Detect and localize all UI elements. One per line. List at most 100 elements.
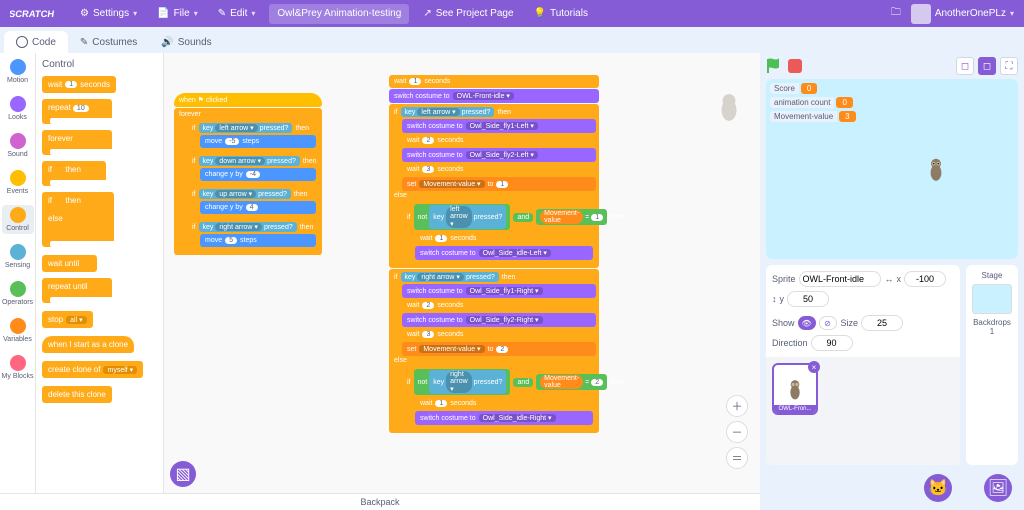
zoom-controls: ＋ － ＝ [726, 395, 748, 469]
add-extension-button[interactable]: ▧ [170, 461, 196, 487]
key-pressed-right[interactable]: keyright arrow ▾pressed? [199, 222, 297, 232]
backpack-bar[interactable]: Backpack [0, 493, 760, 510]
sprite-y-input[interactable] [787, 291, 829, 307]
cat-events[interactable]: Events [2, 168, 34, 197]
gear-icon: ⚙ [80, 8, 89, 19]
cat-sensing[interactable]: Sensing [2, 242, 34, 271]
hat-flag-clicked[interactable]: when ⚑ clicked [174, 93, 322, 107]
block-palette[interactable]: Control wait1seconds repeat 10 forever i… [36, 53, 164, 493]
green-flag-button[interactable] [766, 58, 782, 74]
stage-owl-sprite[interactable] [927, 157, 945, 183]
tab-costumes[interactable]: ✎Costumes [68, 31, 149, 53]
wait-1[interactable]: wait1seconds [389, 75, 599, 88]
cat-myblocks[interactable]: My Blocks [2, 353, 34, 382]
add-sprite-button[interactable]: 🐱 [924, 474, 952, 502]
stage-small-button[interactable]: ◻ [956, 57, 974, 75]
stop-button[interactable] [788, 59, 802, 73]
editor-tabs: Code ✎Costumes 🔊Sounds [0, 27, 1024, 53]
key-pressed-down[interactable]: keydown arrow ▾pressed? [199, 156, 300, 166]
stage-large-button[interactable]: ◻ [978, 57, 996, 75]
zoom-in-button[interactable]: ＋ [726, 395, 748, 417]
cat-sound[interactable]: Sound [2, 131, 34, 160]
changey-pos[interactable]: change y by4 [200, 201, 316, 214]
chevron-down-icon: ▾ [194, 9, 198, 18]
stage-selector[interactable]: Stage Backdrops 1 [966, 265, 1018, 465]
cat-looks[interactable]: Looks [2, 94, 34, 123]
zoom-reset-button[interactable]: ＝ [726, 447, 748, 469]
chevron-down-icon: ▾ [251, 9, 255, 18]
stage-thumb[interactable] [972, 284, 1012, 314]
key-pressed-left[interactable]: keyleft arrow ▾pressed? [199, 123, 293, 133]
block-repeat[interactable]: repeat 10 [42, 99, 163, 124]
pencil-icon: ✎ [218, 8, 226, 19]
switch-front[interactable]: switch costume toOWL-Front-idle ▾ [389, 89, 599, 103]
sprite-name-label: Sprite [772, 274, 796, 284]
monitor-animcount[interactable]: animation count0 [770, 97, 853, 108]
stage-full-button[interactable]: ⛶ [1000, 57, 1018, 75]
script-animation[interactable]: wait1seconds switch costume toOWL-Front-… [389, 75, 599, 434]
add-backdrop-button[interactable]: 🖼 [984, 474, 1012, 502]
chevron-down-icon: ▾ [1010, 9, 1014, 18]
block-clone-hat[interactable]: when I start as a clone [42, 334, 163, 353]
changey-neg[interactable]: change y by-4 [200, 168, 316, 181]
account-menu[interactable]: AnotherOnePLz▾ [911, 4, 1014, 24]
blocks-icon: ▧ [175, 464, 190, 484]
block-wait-until[interactable]: wait until [42, 253, 163, 272]
zoom-out-button[interactable]: － [726, 421, 748, 443]
if-not-left[interactable]: if notkeyleft arrow ▾pressed? and Moveme… [402, 201, 596, 264]
block-if[interactable]: if then [42, 161, 163, 186]
edit-menu[interactable]: ✎Edit▾ [208, 0, 266, 27]
costumes-icon: ✎ [80, 37, 88, 48]
mystuff-button[interactable]: 🗀 [891, 5, 901, 22]
code-icon [16, 36, 28, 48]
settings-menu[interactable]: ⚙Settings▾ [70, 0, 147, 27]
backdrops-label: Backdrops [973, 318, 1011, 327]
stage-canvas[interactable]: Score0 animation count0 Movement-value3 [766, 79, 1018, 259]
cat-operators[interactable]: Operators [2, 279, 34, 308]
sprite-info: Sprite ↔x ↕y Show 👁 ⊘ Size Direction [766, 265, 960, 357]
see-project-page[interactable]: ↗See Project Page [413, 0, 523, 27]
forever-block[interactable]: forever ifkeyleft arrow ▾pressed?then mo… [174, 108, 322, 255]
cat-variables[interactable]: Variables [2, 316, 34, 345]
show-hidden-button[interactable]: ⊘ [819, 316, 837, 330]
tab-sounds[interactable]: 🔊Sounds [149, 31, 223, 53]
image-icon: 🖼 [988, 478, 1008, 498]
block-repeat-until[interactable]: repeat until [42, 278, 163, 303]
block-create-clone[interactable]: create clone ofmyself ▾ [42, 359, 163, 378]
if-up[interactable]: ifkeyup arrow ▾pressed?then change y by4 [187, 186, 319, 218]
file-menu[interactable]: 📄File▾ [147, 0, 208, 27]
if-right[interactable]: ifkeyright arrow ▾pressed?then move5step… [187, 219, 319, 251]
cat-control[interactable]: Control [2, 205, 34, 234]
sprite-x-input[interactable] [904, 271, 946, 287]
if-down[interactable]: ifkeydown arrow ▾pressed?then change y b… [187, 153, 319, 185]
tab-code[interactable]: Code [4, 31, 68, 53]
if-left-anim[interactable]: ifkeyleft arrow ▾pressed?then switch cos… [389, 104, 599, 268]
monitor-score[interactable]: Score0 [770, 83, 817, 94]
show-visible-button[interactable]: 👁 [798, 316, 816, 330]
monitor-movement[interactable]: Movement-value3 [770, 111, 856, 122]
if-right-anim[interactable]: ifkeyright arrow ▾pressed?then switch co… [389, 269, 599, 433]
delete-sprite-button[interactable]: × [808, 361, 820, 373]
if-not-right[interactable]: if notkeyright arrow ▾pressed? and Movem… [402, 366, 596, 429]
block-if-else[interactable]: if thenelse [42, 192, 163, 247]
block-wait[interactable]: wait1seconds [42, 74, 163, 93]
tutorials-menu[interactable]: 💡Tutorials [524, 0, 598, 27]
block-stop[interactable]: stopall ▾ [42, 309, 163, 328]
sprite-name-input[interactable] [799, 271, 881, 287]
move-pos5[interactable]: move5steps [200, 234, 316, 247]
block-categories: Motion Looks Sound Events Control Sensin… [0, 53, 36, 493]
scratch-logo[interactable]: SCRATCH [6, 4, 64, 24]
sprite-size-input[interactable] [861, 315, 903, 331]
if-left[interactable]: ifkeyleft arrow ▾pressed?then move-5step… [187, 120, 319, 152]
code-workspace[interactable]: when ⚑ clicked forever ifkeyleft arrow ▾… [164, 53, 760, 493]
script-movement[interactable]: when ⚑ clicked forever ifkeyleft arrow ▾… [174, 93, 322, 256]
stage-side-title: Stage [982, 271, 1003, 280]
cat-motion[interactable]: Motion [2, 57, 34, 86]
sprite-dir-input[interactable] [811, 335, 853, 351]
key-pressed-up[interactable]: keyup arrow ▾pressed? [199, 189, 291, 199]
block-delete-clone[interactable]: delete this clone [42, 384, 163, 403]
sprite-tile-owl[interactable]: × OWL-Fron... [772, 363, 818, 415]
project-title[interactable]: Owl&Prey Animation-testing [269, 4, 409, 24]
block-forever[interactable]: forever [42, 130, 163, 155]
move-neg5[interactable]: move-5steps [200, 135, 316, 148]
